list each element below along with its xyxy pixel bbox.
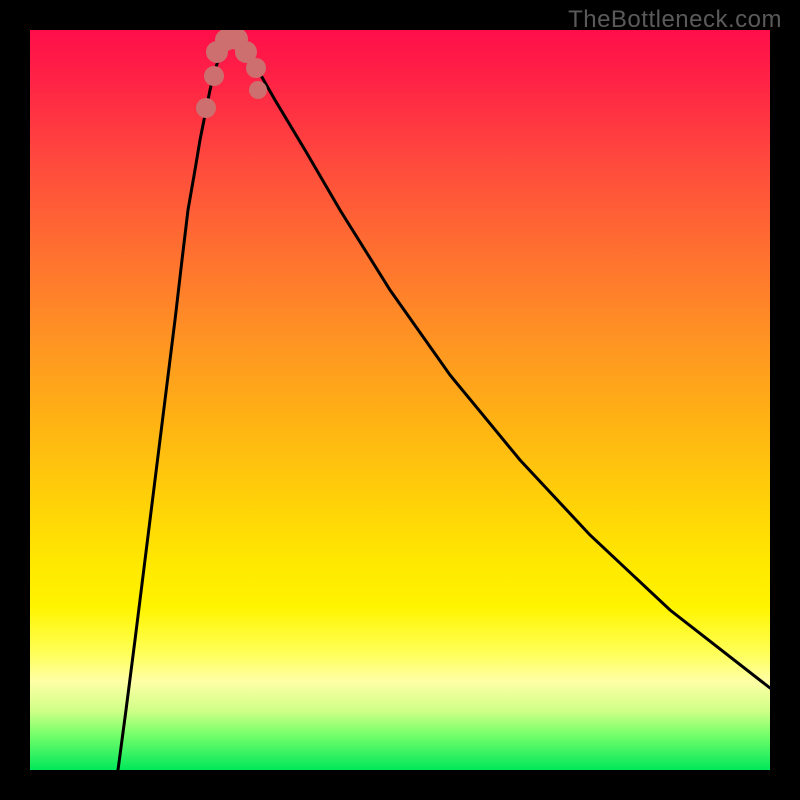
chart-frame xyxy=(30,30,770,770)
data-point xyxy=(204,66,224,86)
data-point xyxy=(246,58,266,78)
data-point xyxy=(196,98,216,118)
chart-svg xyxy=(30,30,770,770)
right-curve xyxy=(230,37,770,688)
marker-group xyxy=(196,30,267,118)
data-point xyxy=(249,81,267,99)
left-curve xyxy=(118,37,230,770)
